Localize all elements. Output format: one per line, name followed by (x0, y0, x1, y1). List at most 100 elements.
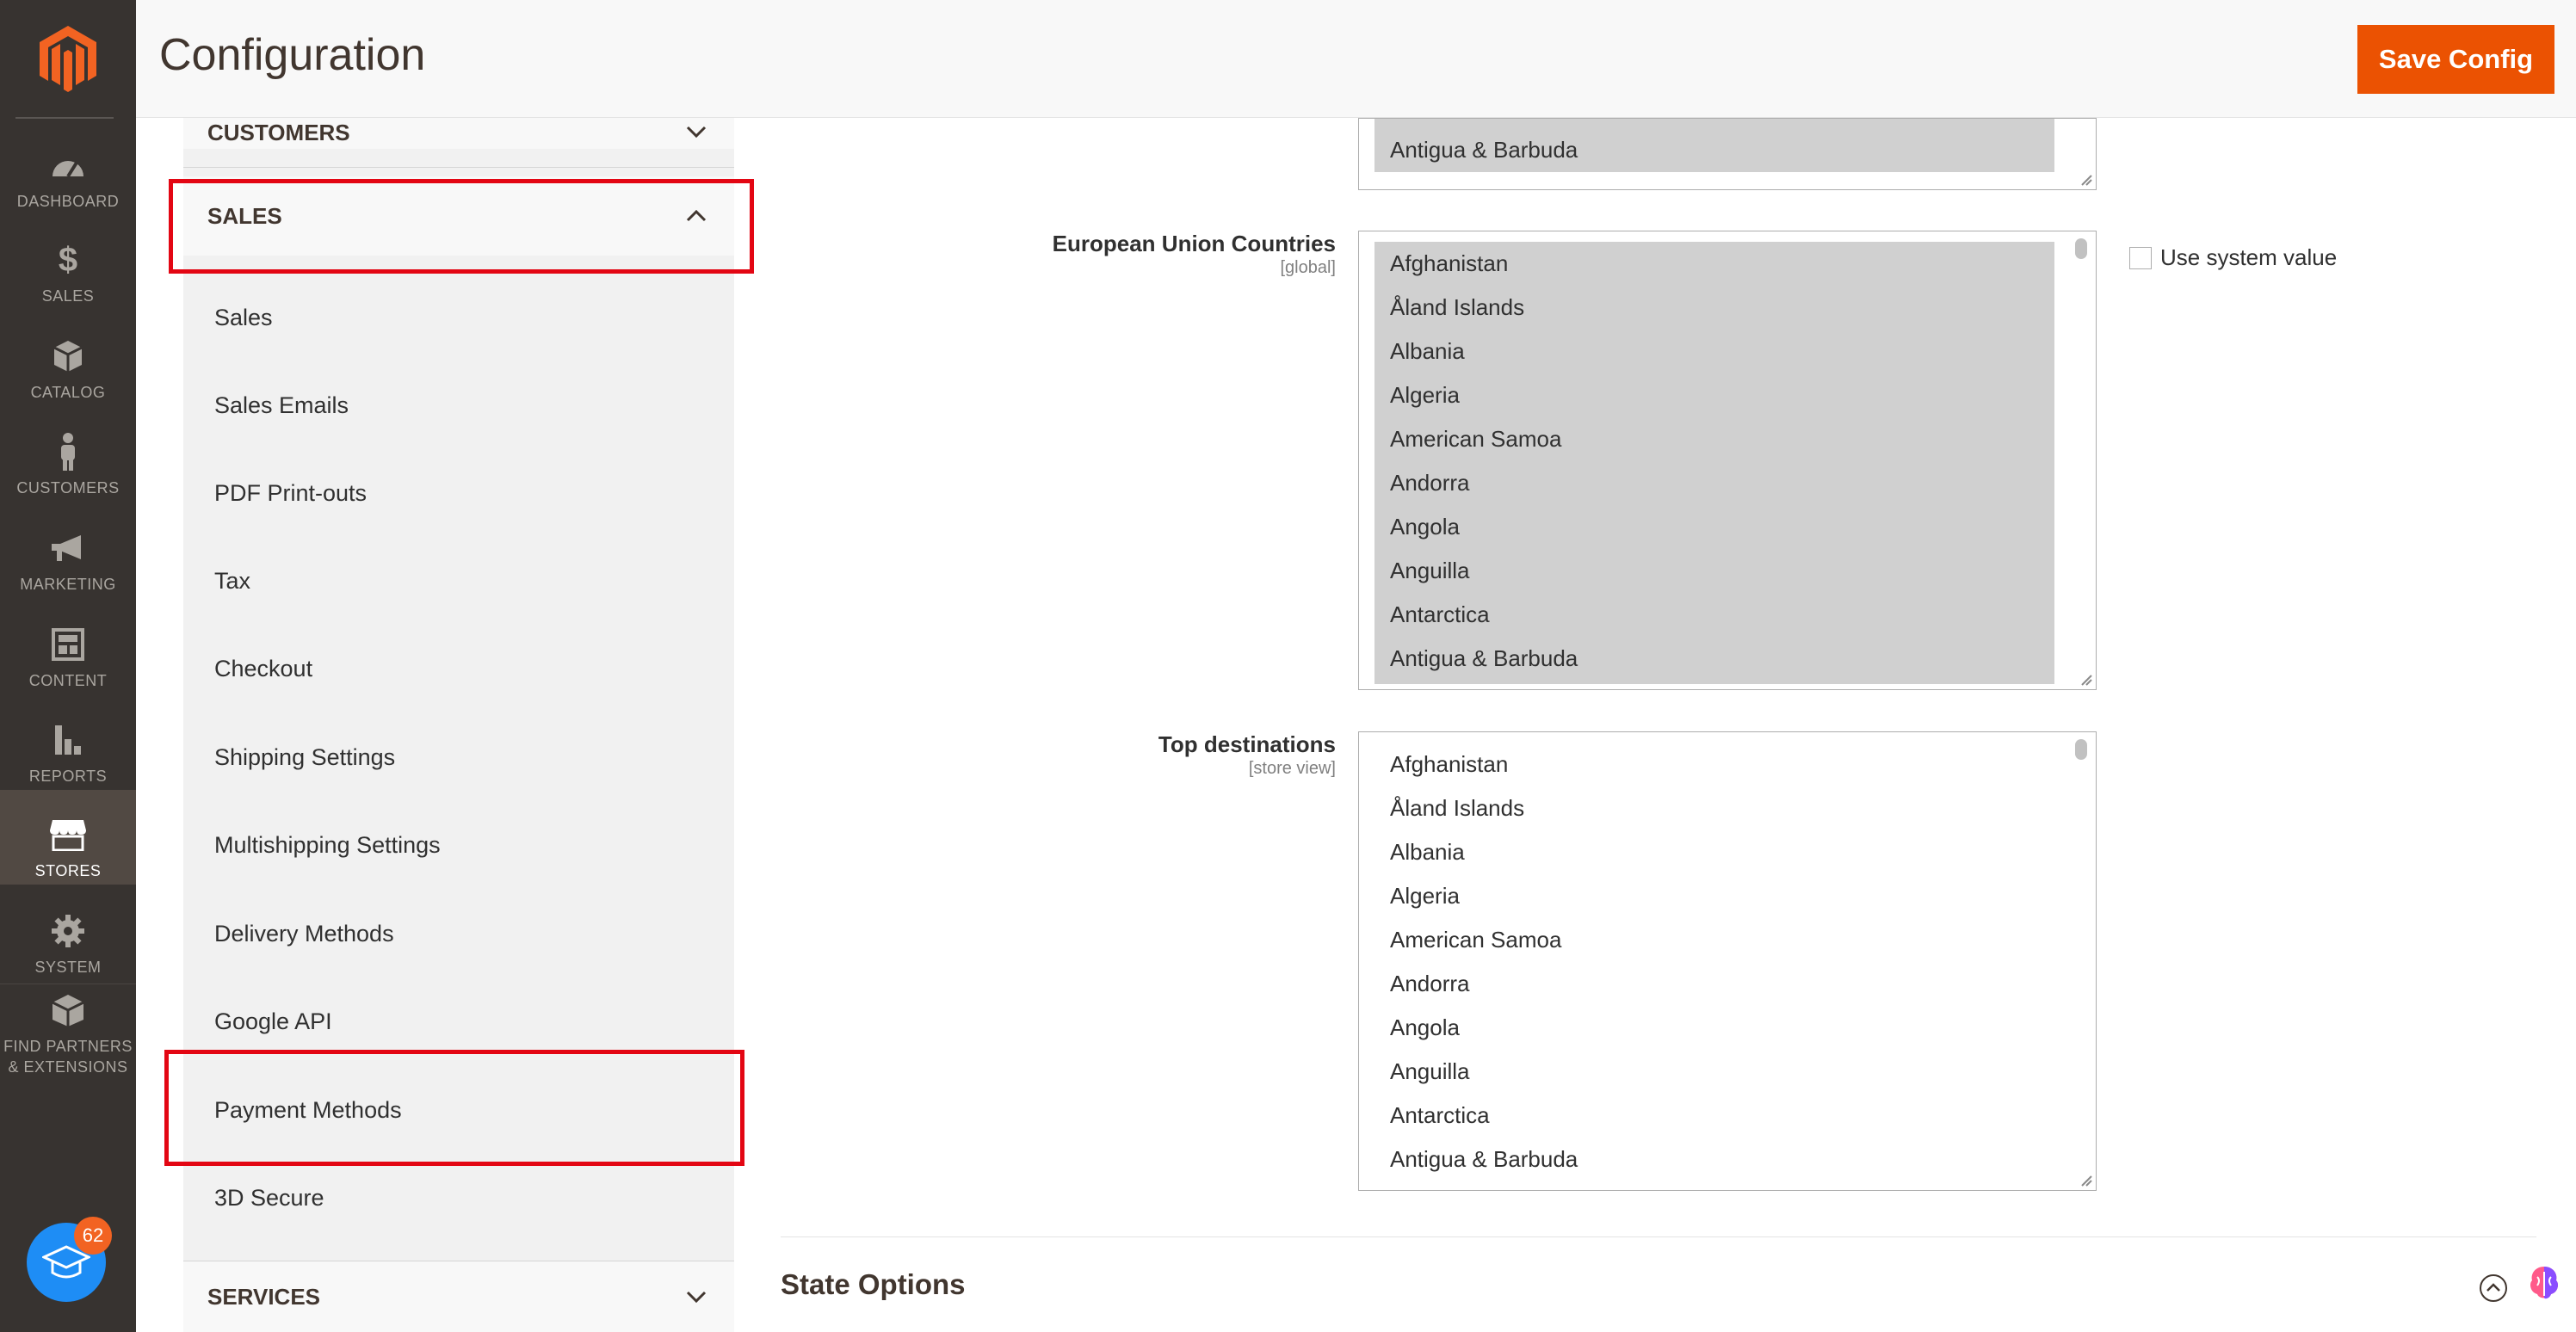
nav-item-stores[interactable]: STORES (0, 790, 136, 885)
eu-countries-scope: [global] (1280, 258, 1337, 277)
sidebar-item-shipping-settings[interactable]: Shipping Settings (214, 731, 713, 783)
sidebar-item-multishipping-settings[interactable]: Multishipping Settings (214, 819, 713, 871)
sidebar-item-delivery-methods[interactable]: Delivery Methods (214, 908, 713, 959)
store-icon (49, 816, 87, 854)
multiselect-option[interactable]: Algeria (1374, 874, 2054, 918)
nav-item-system[interactable]: SYSTEM (0, 886, 136, 981)
resize-handle-icon[interactable] (2079, 172, 2092, 186)
section-divider (781, 1236, 2536, 1237)
nav-label: SYSTEM (34, 959, 102, 976)
multiselect-option[interactable]: American Samoa (1374, 417, 2054, 461)
multiselect-option[interactable]: Antigua & Barbuda (1374, 637, 2054, 681)
nav-label: CUSTOMERS (16, 479, 120, 496)
section-divider (183, 167, 734, 168)
eu-countries-label: European Union Countries (1052, 231, 1336, 256)
nav-label: CONTENT (28, 672, 108, 689)
chevron-down-icon (686, 126, 707, 139)
chevron-up-icon (686, 209, 707, 222)
multiselect-option[interactable]: Andorra (1374, 461, 2054, 505)
section-label: SALES (207, 202, 282, 229)
use-system-value-checkbox[interactable]: Use system value (2129, 244, 2337, 271)
nav-item-content[interactable]: CONTENT (0, 600, 136, 694)
sidebar-item-tax[interactable]: Tax (214, 555, 713, 607)
multiselect-option[interactable]: Andorra (1374, 962, 2054, 1006)
collapse-toggle-icon[interactable] (2479, 1273, 2508, 1303)
multiselect-options: Afghanistan Åland Islands Albania Algeri… (1374, 242, 2054, 684)
magento-logo-icon[interactable] (38, 24, 98, 93)
section-label: SERVICES (207, 1283, 321, 1310)
nav-label: CATALOG (30, 384, 106, 401)
top-destinations-multiselect[interactable]: Afghanistan Åland Islands Albania Algeri… (1358, 731, 2097, 1191)
multiselect-option[interactable]: Antarctica (1374, 119, 2054, 128)
page-header: Configuration Save Config (136, 0, 2576, 118)
nav-label: DASHBOARD (16, 193, 120, 210)
multiselect-option[interactable]: Åland Islands (1374, 786, 2054, 830)
person-icon (49, 433, 87, 471)
nav-item-find-partners[interactable]: FIND PARTNERS & EXTENSIONS (0, 986, 136, 1081)
sidebar-item-sales[interactable]: Sales (214, 292, 713, 343)
multiselect-option[interactable]: Anguilla (1374, 549, 2054, 593)
nav-item-sales[interactable]: $ SALES (0, 215, 136, 310)
sidebar-item-checkout[interactable]: Checkout (214, 643, 713, 694)
multiselect-option[interactable]: Angola (1374, 1006, 2054, 1050)
countries-multiselect-partial[interactable]: Antarctica Antigua & Barbuda (1358, 118, 2097, 190)
multiselect-option[interactable]: Afghanistan (1374, 743, 2054, 786)
logo-divider (15, 117, 114, 119)
eu-countries-multiselect[interactable]: Afghanistan Åland Islands Albania Algeri… (1358, 231, 2097, 690)
multiselect-options: Afghanistan Åland Islands Albania Algeri… (1374, 743, 2054, 1185)
multiselect-option[interactable]: Afghanistan (1374, 242, 2054, 286)
multiselect-option[interactable]: American Samoa (1374, 918, 2054, 962)
notification-badge: 62 (74, 1217, 112, 1255)
admin-nav: DASHBOARD $ SALES CATALOG CUSTOMERS MARK… (0, 0, 136, 1332)
top-destinations-scope: [store view] (1248, 759, 1336, 778)
resize-handle-icon[interactable] (2079, 672, 2092, 686)
sidebar-item-google-api[interactable]: Google API (214, 996, 713, 1047)
nav-item-marketing[interactable]: MARKETING (0, 503, 136, 598)
nav-item-catalog[interactable]: CATALOG (0, 311, 136, 406)
multiselect-option[interactable]: Antigua & Barbuda (1374, 1138, 2054, 1181)
nav-item-reports[interactable]: REPORTS (0, 695, 136, 790)
multiselect-option[interactable]: Algeria (1374, 373, 2054, 417)
multiselect-option[interactable]: Angola (1374, 505, 2054, 549)
multiselect-option[interactable]: Antarctica (1374, 593, 2054, 637)
save-config-button[interactable]: Save Config (2357, 25, 2554, 94)
checkbox-box[interactable] (2129, 246, 2152, 269)
multiselect-option[interactable]: Antigua & Barbuda (1374, 128, 2054, 172)
page-title: Configuration (159, 30, 426, 80)
sidebar-item-payment-methods[interactable]: Payment Methods (214, 1084, 713, 1136)
scrollbar-thumb[interactable] (2075, 739, 2087, 760)
resize-handle-icon[interactable] (2079, 1173, 2092, 1187)
multiselect-option[interactable]: Anguilla (1374, 1050, 2054, 1094)
nav-item-customers[interactable]: CUSTOMERS (0, 407, 136, 502)
extensions-box-icon (49, 991, 87, 1029)
dashboard-icon (49, 146, 87, 184)
nav-label: SALES (41, 287, 95, 305)
ai-assistant-brain-icon[interactable] (2525, 1263, 2563, 1301)
use-system-value-label: Use system value (2160, 244, 2338, 270)
sidebar-item-pdf-printouts[interactable]: PDF Print-outs (214, 467, 713, 519)
megaphone-icon (49, 529, 87, 567)
nav-item-dashboard[interactable]: DASHBOARD (0, 120, 136, 215)
section-label: CUSTOMERS (207, 120, 350, 145)
section-services[interactable]: SERVICES (183, 1261, 734, 1332)
layout-icon (49, 626, 87, 663)
nav-label: MARKETING (20, 576, 116, 593)
multiselect-options: Antarctica Antigua & Barbuda (1374, 119, 2054, 172)
section-customers[interactable]: CUSTOMERS (183, 118, 734, 149)
state-options-section-title[interactable]: State Options (781, 1268, 966, 1301)
dollar-icon: $ (58, 240, 78, 279)
section-sales[interactable]: SALES (183, 176, 734, 256)
sidebar-item-3d-secure[interactable]: 3D Secure (214, 1172, 713, 1224)
multiselect-option[interactable]: Albania (1374, 330, 2054, 373)
nav-label: REPORTS (28, 768, 108, 785)
multiselect-option[interactable]: Antarctica (1374, 1094, 2054, 1138)
scrollbar-thumb[interactable] (2075, 238, 2087, 259)
nav-label-line1: FIND PARTNERS (3, 1038, 133, 1055)
chevron-down-icon (686, 1291, 707, 1304)
top-destinations-label: Top destinations (1158, 731, 1336, 757)
multiselect-option[interactable]: Albania (1374, 830, 2054, 874)
multiselect-option[interactable]: Åland Islands (1374, 286, 2054, 330)
sidebar-item-sales-emails[interactable]: Sales Emails (214, 379, 713, 431)
nav-label-line2: & EXTENSIONS (8, 1058, 128, 1076)
box-icon (49, 337, 87, 375)
